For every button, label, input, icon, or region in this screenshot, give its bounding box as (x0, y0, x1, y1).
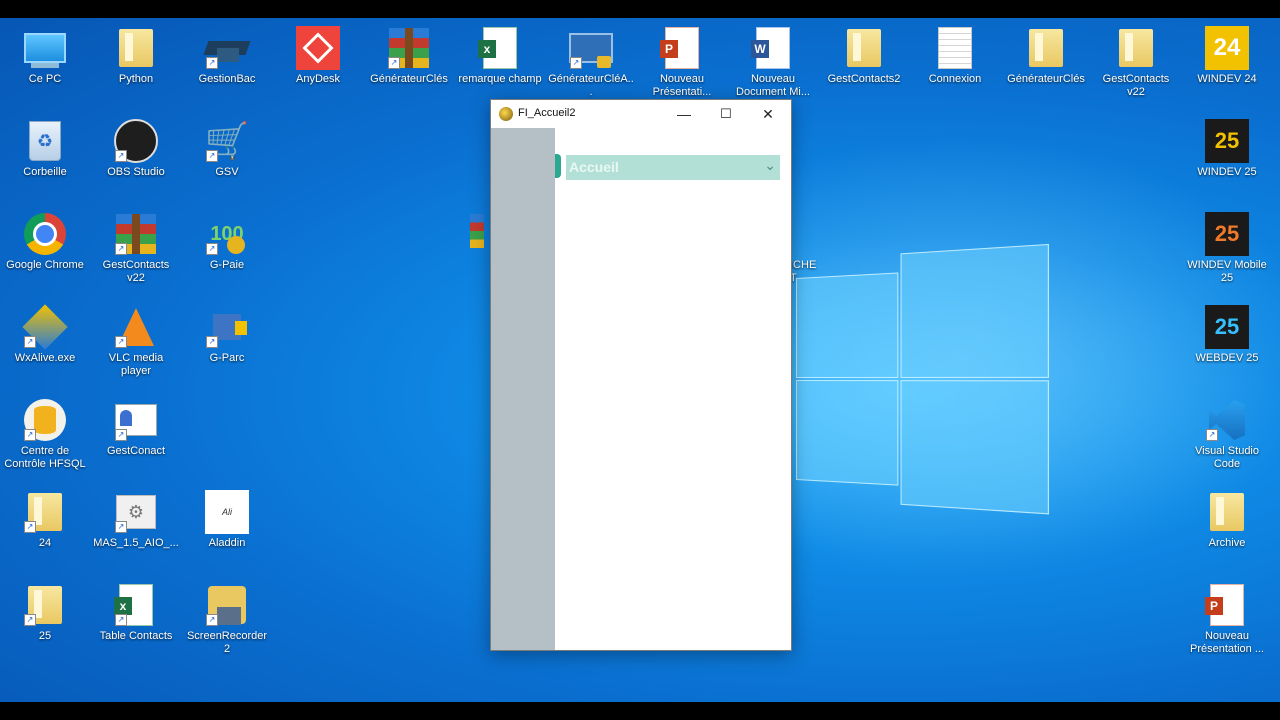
vscode-icon: ↗ (1205, 398, 1249, 442)
desktop-icon-anydesk[interactable]: AnyDesk (275, 26, 361, 86)
powerpoint-icon: P (660, 26, 704, 70)
windev24-icon: 24 (1205, 26, 1249, 70)
powerpoint-icon: P (1205, 583, 1249, 627)
obs-icon: ↗ (114, 119, 158, 163)
hidden-icon-label: ICHE T (790, 259, 817, 284)
desktop-icon-gestconact[interactable]: ↗ GestConact (93, 398, 179, 458)
settings-folder-icon: ⚙ ↗ (114, 490, 158, 534)
desktop-icon-generateurcles[interactable]: ↗ GénérateurClés (366, 26, 452, 86)
contact-card-icon: ↗ (114, 398, 158, 442)
windows-logo-wallpaper (796, 243, 1050, 515)
desktop-icon-24[interactable]: ↗ 24 (2, 490, 88, 550)
desktop-icon-25[interactable]: ↗ 25 (2, 583, 88, 643)
desktop-icon-obs[interactable]: ↗ OBS Studio (93, 119, 179, 179)
folder-icon (114, 26, 158, 70)
folder-icon (842, 26, 886, 70)
combo-selected-value: Accueil (569, 159, 619, 175)
minimize-button[interactable]: — (663, 100, 705, 128)
folder-icon (1114, 26, 1158, 70)
vlc-icon: ↗ (114, 305, 158, 349)
desktop-icon-table-contacts[interactable]: x ↗ Table Contacts (93, 583, 179, 643)
desktop-icon-windev-mobile[interactable]: 25 WINDEV Mobile 25 (1184, 212, 1270, 285)
chevron-down-icon[interactable]: ⌄ (764, 157, 776, 174)
desktop-icon-wxalive[interactable]: ↗ WxAlive.exe (2, 304, 88, 365)
desktop-icon-gestcontacts-v22-rar[interactable]: ↗ GestContacts v22 (93, 212, 179, 285)
desktop-icon-windev25[interactable]: 25 WINDEV 25 (1184, 119, 1270, 179)
desktop-icon-corbeille[interactable]: ♻ Corbeille (2, 119, 88, 179)
maximize-button[interactable]: ☐ (705, 100, 747, 128)
desktop-icon-vscode[interactable]: ↗ Visual Studio Code (1184, 398, 1270, 471)
shopping-cart-icon: 🛒 ↗ (204, 120, 250, 162)
desktop-icon-nouveau-presentation-2[interactable]: P Nouveau Présentation ... (1184, 583, 1270, 656)
desktop-icon-nouveau-presentation[interactable]: P Nouveau Présentati... (639, 26, 725, 99)
desktop-icon-windev24[interactable]: 24 WINDEV 24 (1184, 26, 1270, 86)
excel-icon: x ↗ (114, 583, 158, 627)
selection-accent (555, 154, 561, 178)
app-icon (499, 107, 513, 121)
folder-icon: ↗ (23, 583, 67, 627)
windev25-icon: 25 (1205, 119, 1249, 163)
folder-icon: ↗ (23, 490, 67, 534)
floppy-folder-icon: ↗ (205, 583, 249, 627)
folder-icon (1205, 490, 1249, 534)
text-document-icon (933, 26, 977, 70)
desktop-icon-gestcontacts2[interactable]: GestContacts2 (821, 26, 907, 86)
desktop-icon-remarque-champ[interactable]: x remarque champ (457, 26, 543, 86)
hidden-icon-winrar[interactable] (470, 214, 490, 248)
window-title: FI_Accueil2 (518, 107, 576, 119)
graduation-cap-icon: ↗ (203, 26, 251, 70)
desktop-icon-archive[interactable]: Archive (1184, 490, 1270, 550)
desktop-icon-generateurclea[interactable]: ↗ GénérateurCléA... (548, 26, 634, 99)
webdev-icon: 25 (1205, 305, 1249, 349)
desktop-icon-aladdin[interactable]: Ali Aladdin (184, 490, 270, 550)
side-panel (491, 128, 555, 650)
desktop-icon-generateurcles-2[interactable]: GénérateurClés (1003, 26, 1089, 86)
desktop-icon-python[interactable]: Python (93, 26, 179, 86)
desktop-icon-gsv[interactable]: 🛒 ↗ GSV (184, 119, 270, 179)
window-titlebar[interactable]: FI_Accueil2 — ☐ ✕ (491, 100, 791, 128)
desktop-icon-nouveau-document[interactable]: W Nouveau Document Mi... (730, 26, 816, 99)
desktop-icon-webdev[interactable]: 25 WEBDEV 25 (1184, 305, 1270, 365)
desktop-icon-g-parc[interactable]: ↗ G-Parc (184, 305, 270, 365)
chrome-icon (23, 212, 67, 256)
coins-icon: 100 ↗ (205, 212, 249, 256)
accueil-combo[interactable]: Accueil ⌄ (566, 155, 780, 180)
desktop-icon-hfsql[interactable]: ↗ Centre de Contrôle HFSQL (2, 398, 88, 471)
desktop-icon-gestionbac[interactable]: ↗ GestionBac (184, 26, 270, 86)
hfsql-icon: ↗ (23, 398, 67, 442)
folder-icon (1024, 26, 1068, 70)
aladdin-icon: Ali (205, 490, 249, 534)
desktop-icon-connexion[interactable]: Connexion (912, 26, 998, 86)
desktop-icon-vlc[interactable]: ↗ VLC media player (93, 305, 179, 378)
desktop-icon-screenrecorder2[interactable]: ↗ ScreenRecorder2 (184, 583, 270, 656)
winrar-icon: ↗ (114, 212, 158, 256)
word-icon: W (751, 26, 795, 70)
winrar-icon: ↗ (387, 26, 431, 70)
recycle-bin-icon: ♻ (23, 119, 67, 163)
wxalive-icon: ↗ (22, 304, 68, 350)
content-area: Accueil ⌄ (555, 128, 791, 650)
desktop-icon-chrome[interactable]: Google Chrome (2, 212, 88, 272)
windev-mobile-icon: 25 (1205, 212, 1249, 256)
truck-icon: ↗ (205, 305, 249, 349)
excel-icon: x (478, 26, 522, 70)
close-button[interactable]: ✕ (747, 100, 789, 128)
network-lock-icon: ↗ (569, 26, 613, 70)
desktop-icon-gestcontacts-v22[interactable]: GestContacts v22 (1093, 26, 1179, 99)
top-letterbox (0, 0, 1280, 18)
desktop-icon-g-paie[interactable]: 100 ↗ G-Paie (184, 212, 270, 272)
desktop-icon-mas[interactable]: ⚙ ↗ MAS_1.5_AIO_... (93, 490, 179, 550)
bottom-letterbox (0, 702, 1280, 720)
desktop-icon-ce-pc[interactable]: Ce PC (2, 26, 88, 86)
window-body: Accueil ⌄ (491, 128, 791, 650)
anydesk-icon (296, 26, 340, 70)
computer-icon (23, 26, 67, 70)
app-window[interactable]: FI_Accueil2 — ☐ ✕ Accueil ⌄ (490, 99, 792, 651)
